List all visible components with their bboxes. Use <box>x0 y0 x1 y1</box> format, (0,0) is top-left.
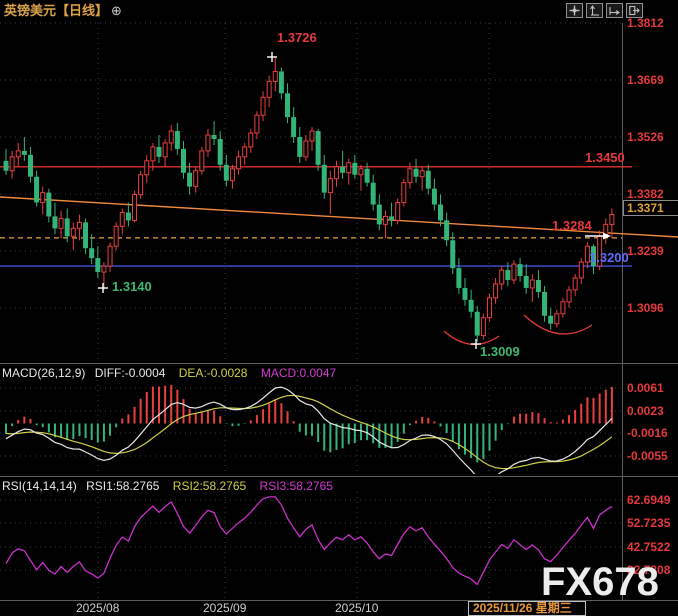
symbol-title: 英镑美元 <box>4 3 56 18</box>
move-tool-button[interactable] <box>566 3 583 18</box>
price-axis-label: 1.3812 <box>627 17 664 30</box>
price-axis-label: 1.3096 <box>627 302 664 315</box>
y-axis-scale-icon <box>589 5 600 16</box>
chart-header: 英镑美元【日线】⊕ <box>4 4 122 18</box>
support-level-label: 1.3200 <box>589 251 629 264</box>
november-low-label: 1.3009 <box>480 345 520 358</box>
trendline-value-label: 1.3284 <box>552 219 592 232</box>
macd-diff-value: DIFF:-0.0004 <box>95 366 166 380</box>
price-axis-label: 1.3239 <box>627 245 664 258</box>
rsi-axis-label: 62.6949 <box>627 494 670 507</box>
add-indicator-icon[interactable]: ⊕ <box>111 3 122 18</box>
price-axis-label: 1.3382 <box>627 188 664 201</box>
x-axis-month-label: 2025/09 <box>203 602 246 615</box>
rsi-params: RSI(14,14,14) <box>2 479 77 493</box>
price-axis-label: 1.3669 <box>627 74 664 87</box>
macd-axis-label: 0.0061 <box>627 382 664 395</box>
august-low-label: 1.3140 <box>112 280 152 293</box>
macd-axis-label: -0.0055 <box>627 450 668 463</box>
rsi-axis-label: 52.7235 <box>627 517 670 530</box>
x-axis-scale-icon <box>609 5 620 16</box>
current-price-tag: 1.3371 <box>623 200 678 216</box>
macd-axis-label: 0.0023 <box>627 405 664 418</box>
move-icon <box>569 5 580 16</box>
x-axis-month-label: 2025/10 <box>335 602 378 615</box>
chart-canvas[interactable] <box>0 0 678 616</box>
rsi-axis-label: 42.7522 <box>627 541 670 554</box>
price-axis-label: 1.3526 <box>627 131 664 144</box>
x-axis-month-label: 2025/08 <box>76 602 119 615</box>
exit-icon <box>629 5 640 16</box>
macd-legend: MACD(26,12,9) DIFF:-0.0004 DEA:-0.0028 M… <box>2 366 336 380</box>
rsi3-value: RSI3:58.2765 <box>260 479 333 493</box>
macd-axis-label: -0.0016 <box>627 427 668 440</box>
rsi-legend: RSI(14,14,14) RSI1:58.2765 RSI2:58.2765 … <box>2 479 333 493</box>
x-axis-scale-button[interactable] <box>606 3 623 18</box>
resistance-level-label: 1.3450 <box>585 151 625 164</box>
y-axis-scale-button[interactable] <box>586 3 603 18</box>
fx678-watermark: FX678 <box>541 562 659 602</box>
macd-params: MACD(26,12,9) <box>2 366 85 380</box>
timeframe-label: 【日线】 <box>56 3 108 18</box>
macd-dea-value: DEA:-0.0028 <box>179 366 248 380</box>
rsi2-value: RSI2:58.2765 <box>173 479 246 493</box>
swing-high-label: 1.3726 <box>277 31 317 44</box>
rsi1-value: RSI1:58.2765 <box>86 479 159 493</box>
chart-window: 英镑美元【日线】⊕ <box>0 0 678 616</box>
macd-macd-value: MACD:0.0047 <box>261 366 336 380</box>
